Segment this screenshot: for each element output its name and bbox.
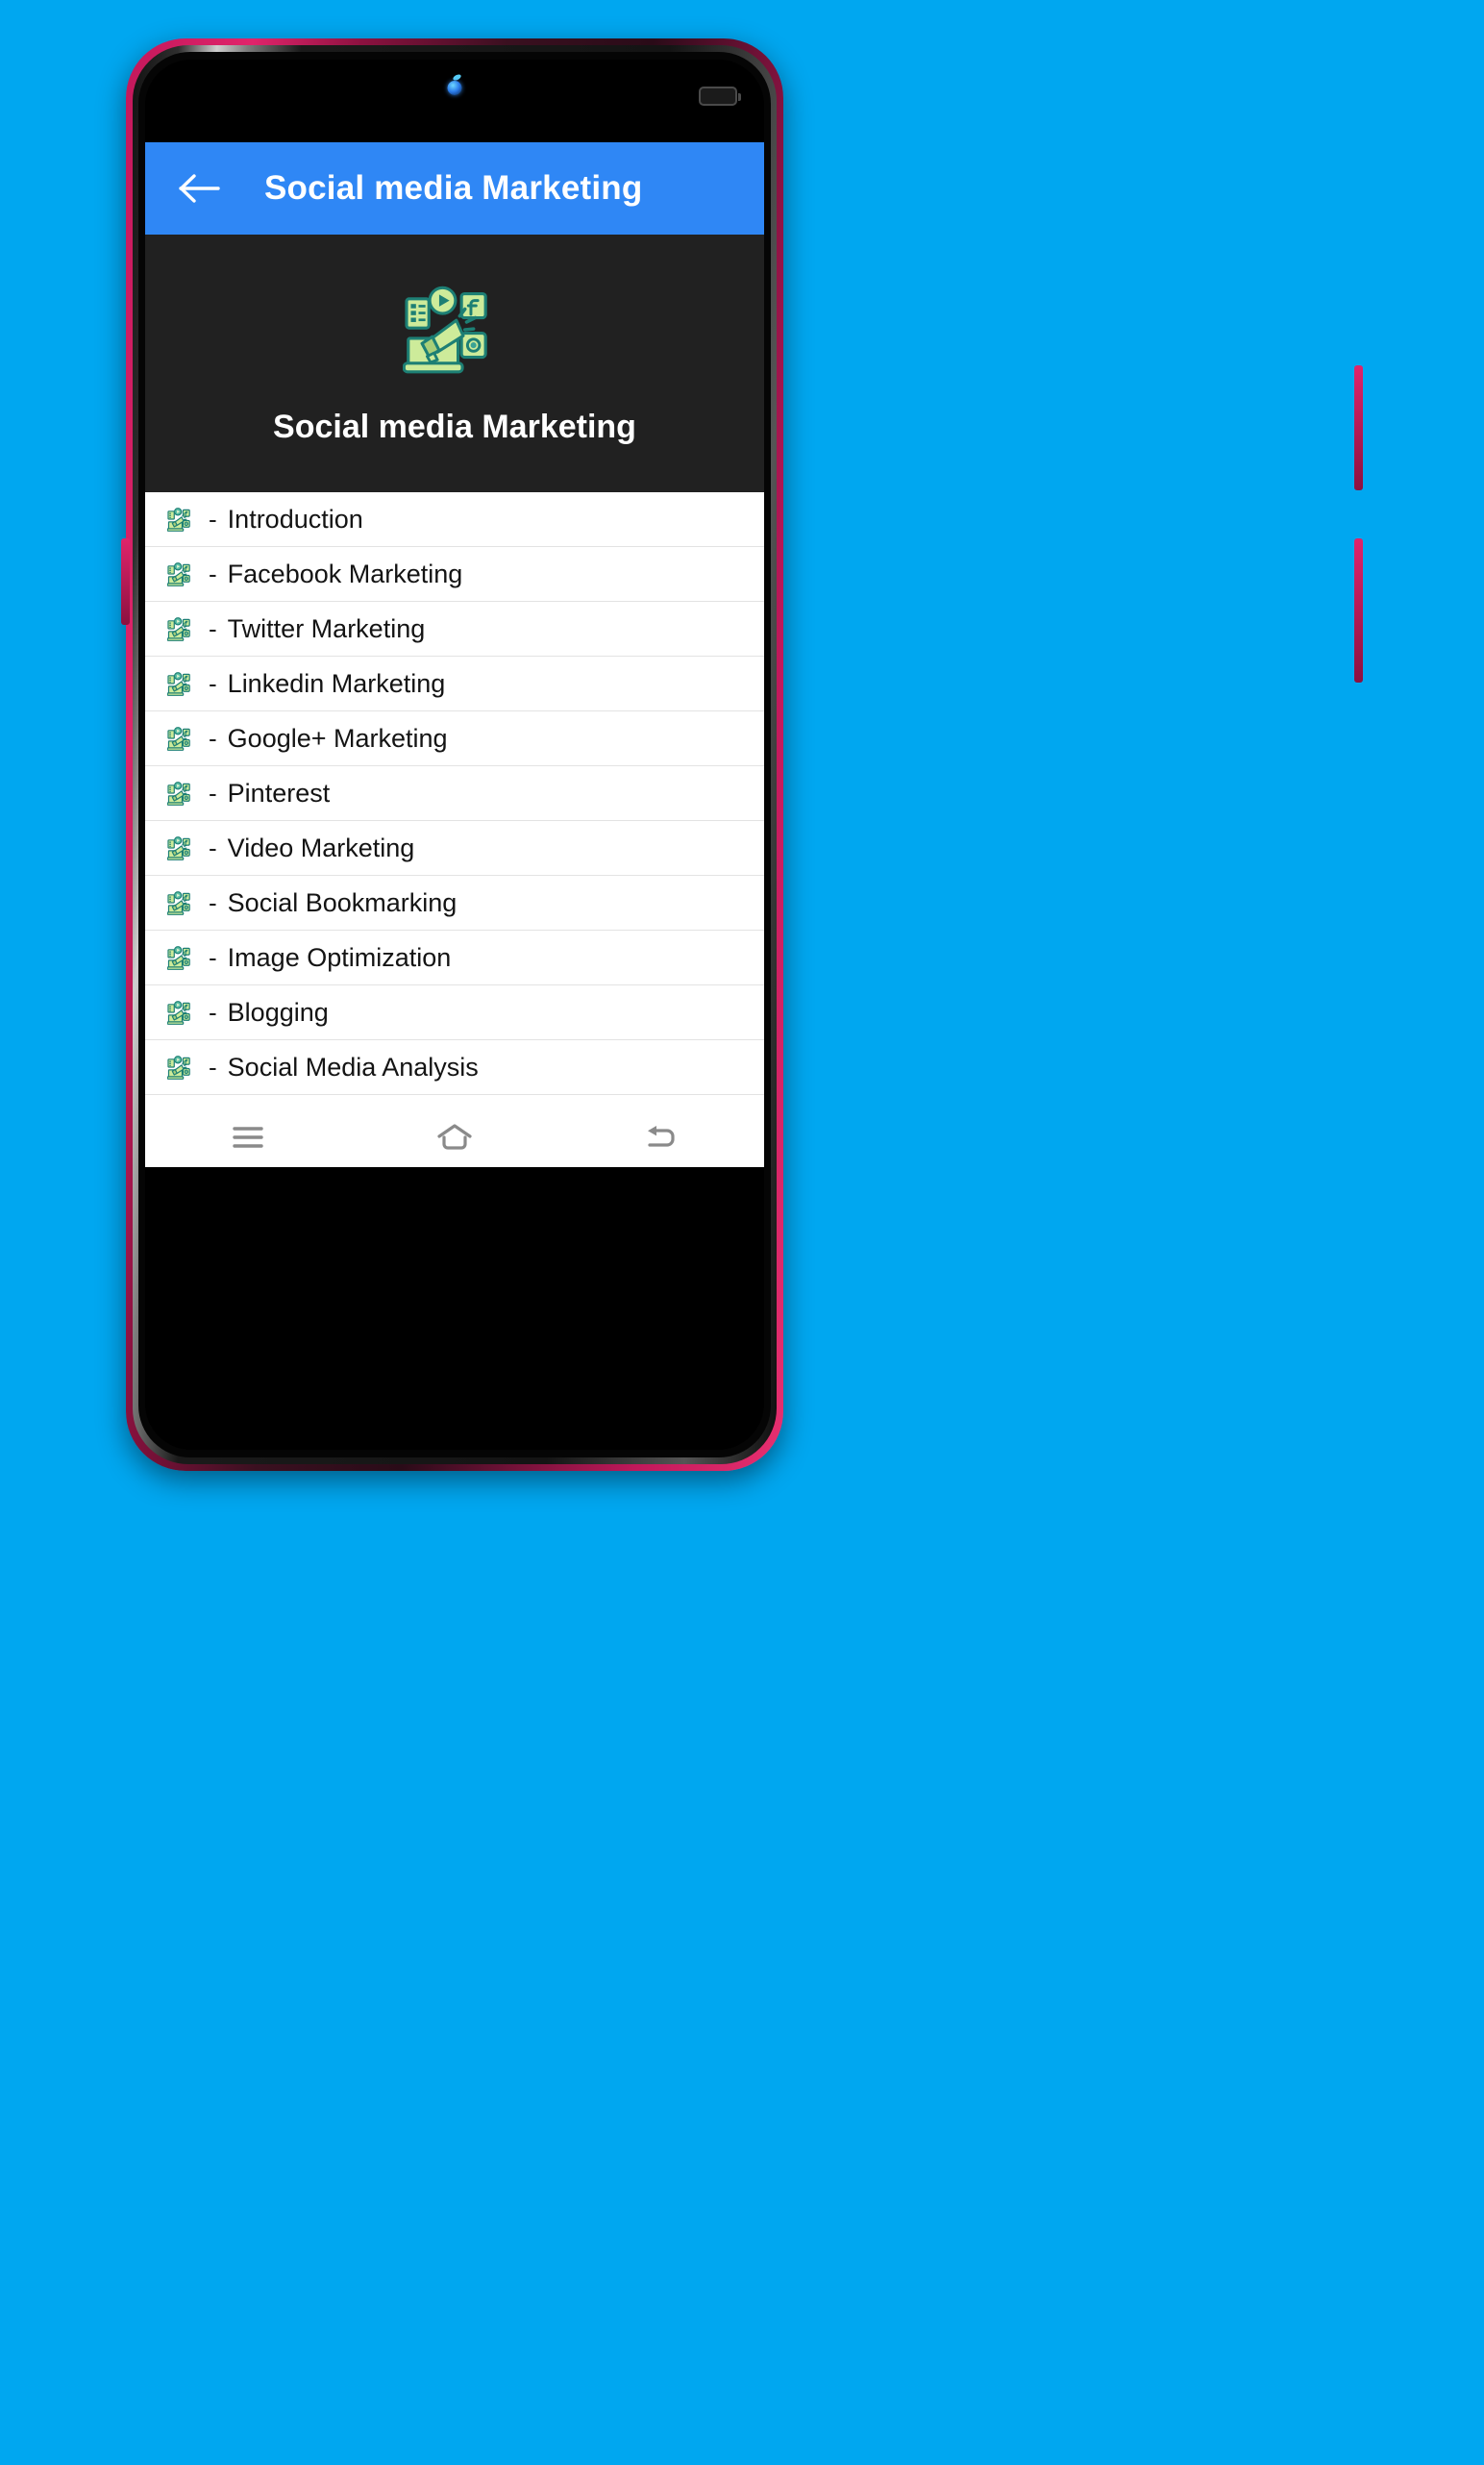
social-media-marketing-icon [167, 945, 190, 970]
social-media-marketing-icon [167, 726, 190, 751]
social-media-marketing-icon [167, 781, 190, 806]
list-item[interactable]: - Social Bookmarking [145, 876, 764, 931]
front-camera-icon [447, 81, 462, 95]
social-media-marketing-icon [167, 507, 190, 532]
home-button[interactable] [411, 1110, 498, 1164]
hero-header: Social media Marketing [145, 235, 764, 492]
volume-up-button[interactable] [121, 538, 130, 625]
list-item-label: Social Bookmarking [227, 887, 458, 917]
social-media-marketing-icon [167, 671, 190, 696]
social-media-marketing-icon [167, 890, 190, 915]
recents-menu-icon [233, 1127, 264, 1148]
list-item-label: Introduction [227, 504, 363, 534]
list-item-bullet: - [209, 1052, 217, 1082]
list-item[interactable]: - Pinterest [145, 766, 764, 821]
list-item-label: Facebook Marketing [227, 559, 463, 588]
list-item[interactable]: - Video Marketing [145, 821, 764, 876]
battery-icon [699, 87, 741, 106]
social-media-marketing-icon [167, 1055, 190, 1080]
list-item-label: Pinterest [227, 778, 331, 808]
recents-button[interactable] [205, 1110, 291, 1164]
home-icon [437, 1124, 472, 1150]
list-item-bullet: - [209, 504, 217, 534]
list-item-bullet: - [209, 833, 217, 862]
list-item[interactable]: - Facebook Marketing [145, 547, 764, 602]
volume-down-button[interactable] [1354, 538, 1363, 683]
list-item-label: Linkedin Marketing [227, 668, 446, 698]
list-item-label: Blogging [227, 997, 329, 1027]
social-media-marketing-icon [403, 286, 487, 373]
app-bar-title: Social media Marketing [264, 169, 643, 207]
list-item-label: Google+ Marketing [227, 723, 448, 753]
arrow-left-icon [179, 174, 220, 203]
list-item[interactable]: - Linkedin Marketing [145, 657, 764, 711]
list-item-bullet: - [209, 997, 217, 1027]
app-bar: Social media Marketing [145, 142, 764, 235]
list-item[interactable]: - Blogging [145, 985, 764, 1040]
list-item-label: Twitter Marketing [227, 613, 426, 643]
list-item[interactable]: - Image Optimization [145, 931, 764, 985]
power-button[interactable] [1354, 365, 1363, 490]
list-item[interactable]: - Google+ Marketing [145, 711, 764, 766]
list-item-bullet: - [209, 559, 217, 588]
social-media-marketing-icon [167, 561, 190, 586]
list-item-label: Image Optimization [227, 942, 452, 972]
back-return-icon [647, 1126, 675, 1147]
social-media-marketing-icon [167, 835, 190, 860]
list-item[interactable]: - Introduction [145, 492, 764, 547]
list-item-label: Video Marketing [227, 833, 415, 862]
list-item-label: Social Media Analysis [227, 1052, 479, 1082]
list-item-bullet: - [209, 723, 217, 753]
phone-screen: Social media Marketing Social media Mark… [145, 60, 764, 1450]
list-item[interactable]: - Social Media Analysis [145, 1040, 764, 1095]
list-item-bullet: - [209, 778, 217, 808]
back-button[interactable] [174, 162, 226, 214]
back-nav-button[interactable] [618, 1110, 705, 1164]
list-item-bullet: - [209, 613, 217, 643]
social-media-marketing-icon [167, 1000, 190, 1025]
status-bar [145, 60, 764, 142]
screen-bottom-bezel [145, 1167, 764, 1225]
social-media-marketing-icon [167, 616, 190, 641]
hero-title: Social media Marketing [273, 408, 636, 445]
list-item-bullet: - [209, 668, 217, 698]
list-item-bullet: - [209, 942, 217, 972]
list-item-bullet: - [209, 887, 217, 917]
system-navigation-bar [145, 1108, 764, 1167]
list-item[interactable]: - Twitter Marketing [145, 602, 764, 657]
topic-list[interactable]: - Introduction - Facebook Marketing - Twitter… [145, 492, 764, 1108]
